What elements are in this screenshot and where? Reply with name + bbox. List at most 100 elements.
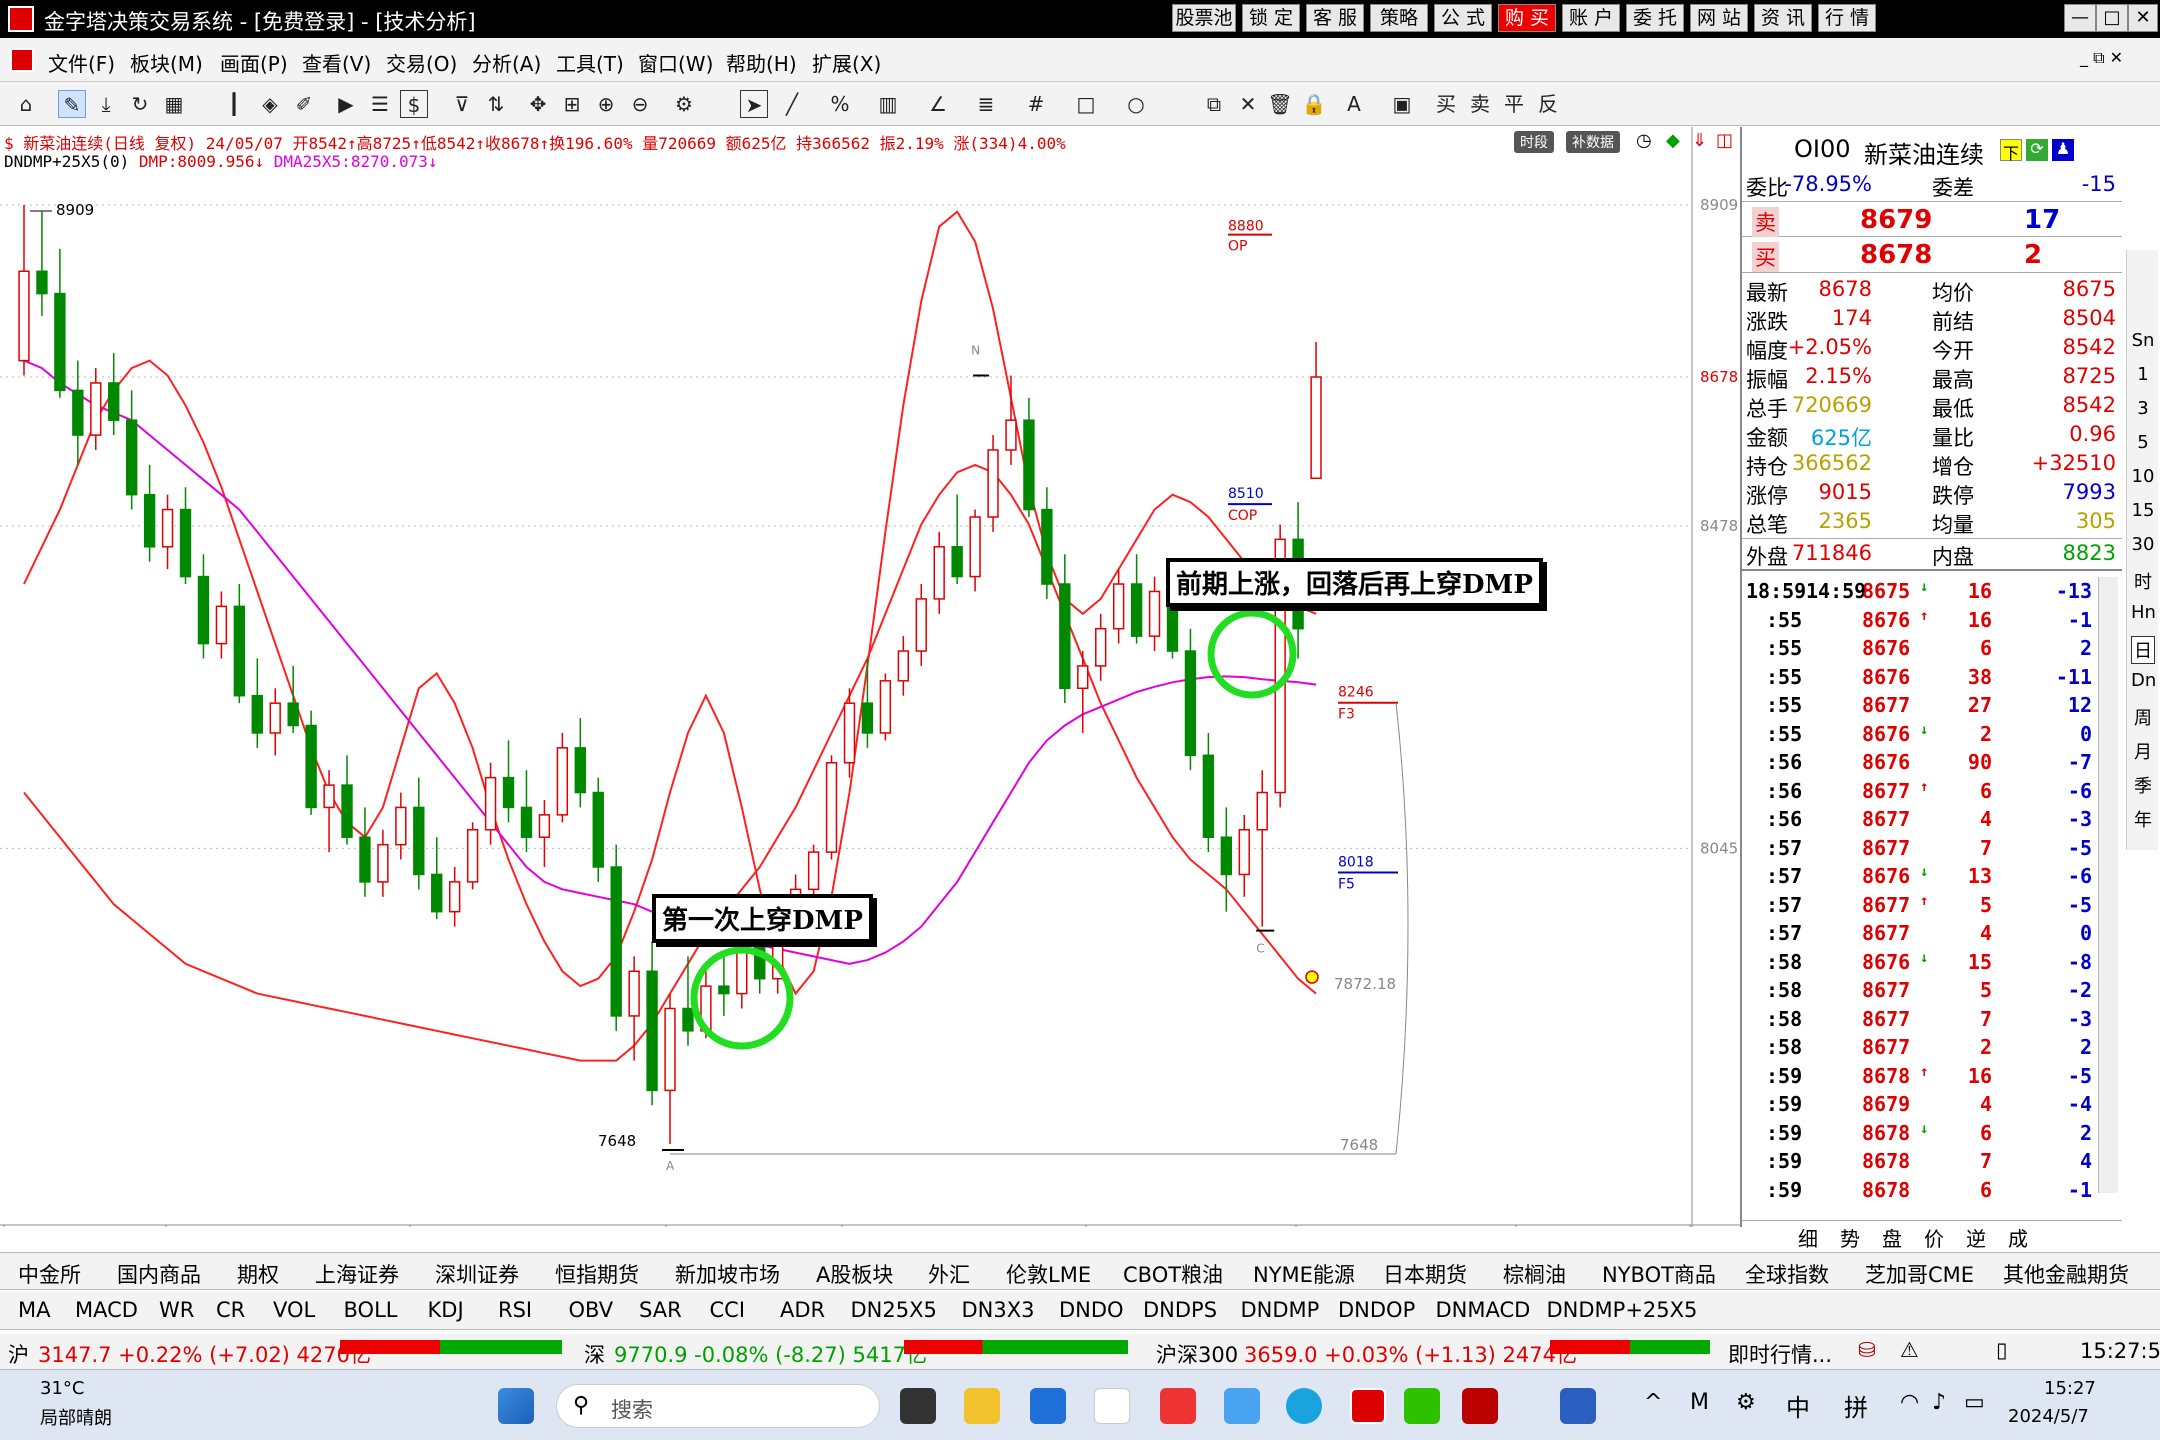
market-tab-9[interactable]: 伦敦LME <box>1006 1259 1091 1289</box>
kline-icon[interactable]: ┃ <box>220 90 248 118</box>
quote-tab-3[interactable]: 价 <box>1924 1223 1944 1252</box>
title-button-8[interactable]: 网 站 <box>1690 4 1748 32</box>
period-tab-13[interactable]: 季 <box>2131 772 2155 798</box>
wifi-icon[interactable]: ◠ <box>1900 1390 1919 1415</box>
cylinder-icon[interactable]: ⛁ <box>1858 1338 1876 1362</box>
period-tab-0[interactable]: Sn <box>2131 330 2155 351</box>
grid-icon[interactable]: # <box>1022 90 1050 118</box>
home-icon[interactable]: ⌂ <box>12 90 40 118</box>
flat-icon[interactable]: 平 <box>1500 90 1528 118</box>
taskbar-time[interactable]: 15:27 <box>2044 1378 2096 1399</box>
ime-mode[interactable]: 中 <box>1786 1388 1810 1423</box>
indicator-tab-1[interactable]: MACD <box>75 1298 138 1322</box>
arrow-down-icon[interactable]: ⇓ <box>1692 130 1707 151</box>
hs300-value[interactable]: 3659.0 +0.03% (+1.13) 2474亿 <box>1244 1339 1577 1369</box>
period-tab-11[interactable]: 周 <box>2131 704 2155 730</box>
tray-settings-icon[interactable]: ⚙ <box>1736 1390 1756 1415</box>
clock-icon[interactable]: ◷ <box>1636 130 1652 151</box>
indicator-tab-6[interactable]: KDJ <box>428 1298 464 1322</box>
market-tab-8[interactable]: 外汇 <box>928 1259 970 1289</box>
fill-data-button[interactable]: 补数据 <box>1566 131 1620 153</box>
ellipse-icon[interactable]: ○ <box>1122 90 1150 118</box>
indicator-tab-7[interactable]: RSI <box>498 1298 532 1322</box>
title-button-6[interactable]: 账 户 <box>1562 4 1620 32</box>
wechat-icon[interactable] <box>1404 1388 1440 1424</box>
title-button-2[interactable]: 客 服 <box>1306 4 1364 32</box>
title-button-3[interactable]: 策略库 <box>1370 4 1428 55</box>
line-tool-icon[interactable]: ╱ <box>778 90 806 118</box>
weather-desc[interactable]: 局部晴朗 <box>40 1404 112 1430</box>
kline-chart[interactable]: 890986788478804520231220240203040506日线89… <box>0 127 1740 1246</box>
period-tab-3[interactable]: 5 <box>2131 432 2155 453</box>
volume-icon[interactable]: ♪ <box>1932 1390 1946 1415</box>
ime-pinyin[interactable]: 拼 <box>1844 1388 1868 1423</box>
windows-start-icon[interactable] <box>498 1388 534 1424</box>
sort-icon[interactable]: ⇅ <box>482 90 510 118</box>
period-tab-14[interactable]: 年 <box>2131 806 2155 832</box>
period-tab-8[interactable]: Hn <box>2131 602 2156 623</box>
menu-item-3[interactable]: 查看(V) <box>302 48 371 77</box>
title-button-7[interactable]: 委 托 <box>1626 4 1684 32</box>
trash-icon[interactable]: 🗑 <box>1266 90 1294 118</box>
title-button-10[interactable]: 行 情 <box>1818 4 1876 32</box>
quote-tab-1[interactable]: 势 <box>1840 1223 1860 1252</box>
market-tab-15[interactable]: 全球指数 <box>1745 1259 1829 1289</box>
market-tab-5[interactable]: 恒指期货 <box>555 1259 639 1289</box>
fib-icon[interactable]: ▥ <box>874 90 902 118</box>
taskview-icon[interactable] <box>900 1388 936 1424</box>
status-diamond-icon[interactable]: ◆ <box>1666 130 1680 151</box>
market-tab-11[interactable]: NYME能源 <box>1253 1259 1355 1289</box>
menu-item-6[interactable]: 工具(T) <box>556 48 624 77</box>
indicator-tab-18[interactable]: DNMACD <box>1436 1298 1531 1322</box>
market-tab-0[interactable]: 中金所 <box>18 1259 81 1289</box>
menu-item-5[interactable]: 分析(A) <box>472 48 541 77</box>
word-icon[interactable] <box>1560 1388 1596 1424</box>
quote-tab-5[interactable]: 成 <box>2008 1223 2028 1252</box>
dollar-icon[interactable]: $ <box>400 90 428 118</box>
indicator-tab-9[interactable]: SAR <box>639 1298 682 1322</box>
menu-item-4[interactable]: 交易(O) <box>386 48 457 77</box>
wh6-icon[interactable] <box>1462 1388 1498 1424</box>
folder-icon[interactable] <box>964 1388 1000 1424</box>
mdi-restore-icon[interactable]: _ ⧉ ✕ <box>2080 48 2123 68</box>
percent-icon[interactable]: % <box>826 90 854 118</box>
menu-item-8[interactable]: 帮助(H) <box>726 48 797 77</box>
title-button-5[interactable]: 购 买 <box>1498 4 1556 32</box>
quote-tab-2[interactable]: 盘 <box>1882 1223 1902 1252</box>
play-icon[interactable]: ▶ <box>332 90 360 118</box>
period-tab-7[interactable]: 时 <box>2131 568 2155 594</box>
market-tab-10[interactable]: CBOT粮油 <box>1123 1259 1223 1289</box>
list-icon[interactable]: ☰ <box>366 90 394 118</box>
indicator-tab-15[interactable]: DNDPS <box>1143 1298 1217 1322</box>
indicator-tab-2[interactable]: WR <box>159 1298 194 1322</box>
indicator-tab-17[interactable]: DNDOP <box>1338 1298 1415 1322</box>
copy-icon[interactable]: ⧉ <box>1200 90 1228 118</box>
indicator-tab-16[interactable]: DNDMP <box>1241 1298 1320 1322</box>
angle-icon[interactable]: ∠ <box>924 90 952 118</box>
zoom-in-icon[interactable]: ⊕ <box>592 90 620 118</box>
close-icon[interactable]: ✕ <box>2128 4 2158 32</box>
market-tab-2[interactable]: 期权 <box>237 1259 279 1289</box>
app-m-icon[interactable] <box>1094 1388 1130 1424</box>
market-tab-12[interactable]: 日本期货 <box>1383 1259 1467 1289</box>
level-icon[interactable]: ≣ <box>972 90 1000 118</box>
save-icon[interactable]: ▣ <box>1388 90 1416 118</box>
lock-icon[interactable]: 🔒 <box>1300 90 1328 118</box>
market-tab-7[interactable]: A股板块 <box>816 1259 893 1289</box>
sync-icon[interactable]: ⟳ <box>2026 139 2048 161</box>
cursor-icon[interactable]: ➤ <box>740 90 768 118</box>
indicator-tab-4[interactable]: VOL <box>273 1298 315 1322</box>
sh-index-value[interactable]: 3147.7 +0.22% (+7.02) 4270亿 <box>38 1339 371 1369</box>
indicator-tab-14[interactable]: DNDO <box>1059 1298 1124 1322</box>
layout-icon[interactable]: ▦ <box>160 90 188 118</box>
kline-chart-panel[interactable]: 890986788478804520231220240203040506日线89… <box>0 127 1740 1246</box>
buy-icon[interactable]: 买 <box>1432 90 1460 118</box>
weather-temp[interactable]: 31°C <box>40 1378 84 1399</box>
person-icon[interactable]: ♟ <box>2052 139 2074 161</box>
indicator-tab-10[interactable]: CCI <box>710 1298 746 1322</box>
quote-tab-0[interactable]: 细 <box>1798 1223 1818 1252</box>
indicator-tab-0[interactable]: MA <box>18 1298 50 1322</box>
text-color-icon[interactable]: A <box>1340 90 1368 118</box>
indicator-tab-8[interactable]: OBV <box>569 1298 614 1322</box>
pyramid-app-icon[interactable] <box>1350 1388 1386 1424</box>
